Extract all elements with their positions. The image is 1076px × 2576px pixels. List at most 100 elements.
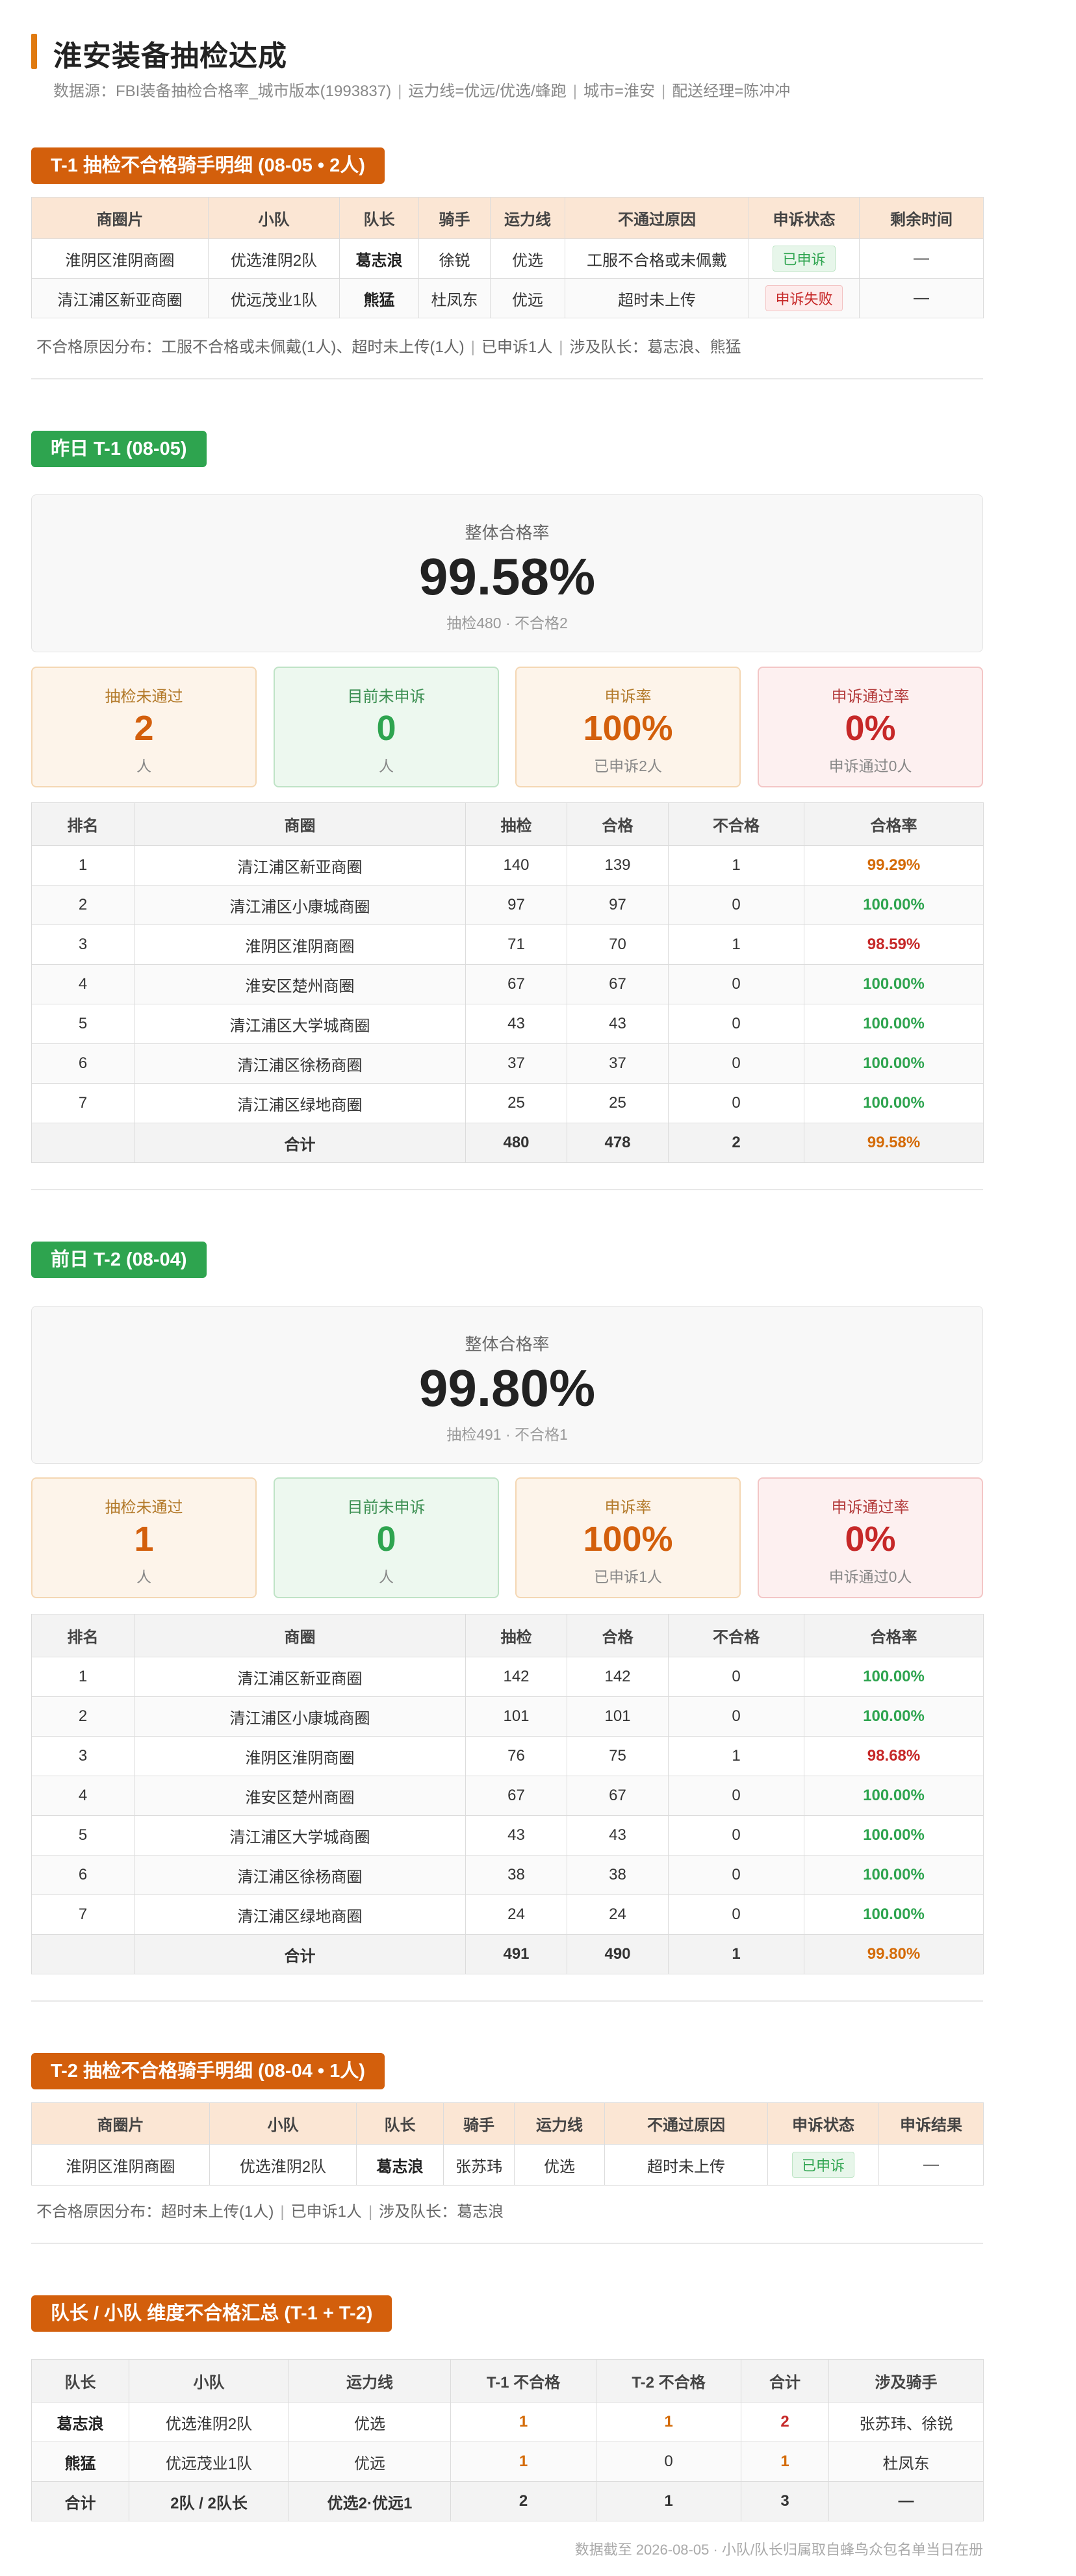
cell-rate: 100.00% [804, 1004, 984, 1044]
kpi-label: 抽检未通过 [105, 1499, 183, 1516]
table-row: 3 淮阴区淮阴商圈 76 75 1 98.68% [31, 1736, 984, 1776]
cell-pass: 38 [567, 1855, 669, 1895]
summary-table: 队长 小队 运力线 T-1 不合格 T-2 不合格 合计 涉及骑手 葛志浪 优选… [31, 2359, 984, 2521]
cell-fail: 0 [668, 1657, 804, 1697]
kpi-value: 0 [376, 709, 396, 748]
footer-note: 数据截至 2026-08-05 · 小队/队长归属取自蜂鸟众包名单当日在册 [574, 2542, 983, 2558]
cell-area: 清江浦区小康城商圈 [134, 885, 466, 925]
cell-rate: 100.00% [804, 885, 984, 925]
cell-pass: 67 [567, 1776, 669, 1816]
cell-rank: 7 [31, 1894, 134, 1935]
cell-rate: 100.00% [804, 1776, 984, 1816]
cell-fail: 1 [668, 925, 804, 965]
cell-captain: 葛志浪 [31, 2402, 129, 2442]
cell-team: 优选淮阴2队 [129, 2402, 289, 2442]
column-header: T-1 不合格 [450, 2359, 596, 2403]
kpi-sub: 人 [379, 758, 394, 774]
cell-area: 合计 [134, 1123, 466, 1163]
cell-result: — [878, 2144, 984, 2186]
cell-rank: 5 [31, 1815, 134, 1855]
cell-reason: 工服不合格或未佩戴 [565, 238, 749, 279]
overall-label: 整体合格率 [465, 1334, 550, 1354]
cell-fail: 0 [668, 1776, 804, 1816]
column-header: 队长 [339, 197, 419, 239]
cell-remain: — [859, 238, 984, 279]
cell-area: 淮阴区淮阴商圈 [31, 2144, 210, 2186]
overall-sub: 抽检491 · 不合格1 [446, 1426, 568, 1443]
note-captains: 涉及队长：葛志浪 [379, 2203, 504, 2221]
cell-pass: 70 [567, 925, 669, 965]
cell-rank: 2 [31, 885, 134, 925]
cell-rank: 5 [31, 1004, 134, 1044]
column-header: 不通过原因 [565, 197, 749, 239]
kpi-card-failed: 抽检未通过 1 人 [31, 1477, 257, 1598]
cell-fail: 0 [668, 1043, 804, 1084]
cell-rate: 99.29% [804, 845, 984, 886]
cell-fail: 0 [668, 964, 804, 1004]
cell-captain: 葛志浪 [339, 238, 419, 279]
column-header: 抽检 [465, 1614, 567, 1657]
cell-team: 优选淮阴2队 [208, 238, 340, 279]
cell-fail: 0 [668, 1083, 804, 1123]
cell-riders: 张苏玮、徐锐 [828, 2402, 984, 2442]
table-row: 2 清江浦区小康城商圈 101 101 0 100.00% [31, 1696, 984, 1737]
cell-rank: 4 [31, 964, 134, 1004]
cell-fail: 0 [668, 1004, 804, 1044]
cell-reason: 超时未上传 [604, 2144, 768, 2186]
column-header: 商圈片 [31, 197, 209, 239]
overall-rate: 99.58% [418, 548, 596, 606]
cell-area: 淮阴区淮阴商圈 [31, 238, 209, 279]
cell-checked: 71 [465, 925, 567, 965]
yesterday-tag: 昨日 T-1 (08-05) [31, 431, 207, 467]
t2-detail-note: 不合格原因分布：超时未上传(1人) | 已申诉1人 | 涉及队长：葛志浪 [36, 2203, 504, 2221]
cell-area: 清江浦区绿地商圈 [134, 1083, 466, 1123]
status-badge: 申诉失败 [765, 285, 843, 311]
cell-rank: 4 [31, 1776, 134, 1816]
status-badge: 已申诉 [773, 246, 836, 272]
cell-rate: 100.00% [804, 1855, 984, 1895]
column-header: 队长 [356, 2102, 444, 2145]
cell-rate: 100.00% [804, 1083, 984, 1123]
cell-rate: 98.68% [804, 1736, 984, 1776]
column-header: T-2 不合格 [596, 2359, 741, 2403]
cell-area: 清江浦区徐杨商圈 [134, 1043, 466, 1084]
table-header-row: 队长 小队 运力线 T-1 不合格 T-2 不合格 合计 涉及骑手 [31, 2359, 984, 2403]
kpi-value: 1 [134, 1520, 154, 1559]
kpi-value: 0% [845, 709, 896, 748]
cell-rank [31, 1123, 134, 1163]
cell-pass: 478 [567, 1123, 669, 1163]
cell-captain: 葛志浪 [356, 2144, 444, 2186]
cell-checked: 43 [465, 1815, 567, 1855]
cell-rate: 99.58% [804, 1123, 984, 1163]
cell-remain: — [859, 278, 984, 318]
cell-status: 已申诉 [767, 2144, 879, 2186]
city-filter: 城市=淮安 [583, 83, 655, 100]
cell-area: 清江浦区新亚商圈 [134, 845, 466, 886]
cell-status: 申诉失败 [749, 278, 860, 318]
kpi-sub: 申诉通过0人 [828, 1568, 912, 1585]
table-row: 7 清江浦区绿地商圈 25 25 0 100.00% [31, 1083, 984, 1123]
title-accent-bar [31, 34, 37, 69]
cell-rank: 7 [31, 1083, 134, 1123]
kpi-value: 100% [583, 709, 673, 748]
cell-area: 淮安区楚州商圈 [134, 1776, 466, 1816]
cell-fail: 0 [668, 1815, 804, 1855]
table-row: 5 清江浦区大学城商圈 43 43 0 100.00% [31, 1815, 984, 1855]
cell-area: 淮阴区淮阴商圈 [134, 925, 466, 965]
cell-pass: 97 [567, 885, 669, 925]
table-row: 4 淮安区楚州商圈 67 67 0 100.00% [31, 964, 984, 1004]
yesterday-area-table: 排名 商圈 抽检 合格 不合格 合格率 1 清江浦区新亚商圈 140 139 1 99.2… [31, 802, 984, 1163]
manager-filter: 配送经理=陈冲冲 [672, 83, 791, 100]
section-divider [31, 1189, 983, 1190]
cell-captain: 熊猛 [31, 2442, 129, 2482]
overall-rate: 99.80% [418, 1359, 596, 1417]
cell-checked: 67 [465, 964, 567, 1004]
cell-fail: 1 [668, 845, 804, 886]
yesterday-overall-card: 整体合格率 99.58% 抽检480 · 不合格2 [31, 494, 983, 652]
table-row: 1 清江浦区新亚商圈 142 142 0 100.00% [31, 1657, 984, 1697]
cell-checked: 25 [465, 1083, 567, 1123]
t1-detail-table: 商圈片 小队 队长 骑手 运力线 不通过原因 申诉状态 剩余时间 淮阴区淮阴商圈… [31, 197, 984, 318]
cell-rank: 3 [31, 1736, 134, 1776]
cell-rank: 3 [31, 925, 134, 965]
note-appeal: 已申诉1人 [290, 2203, 362, 2221]
